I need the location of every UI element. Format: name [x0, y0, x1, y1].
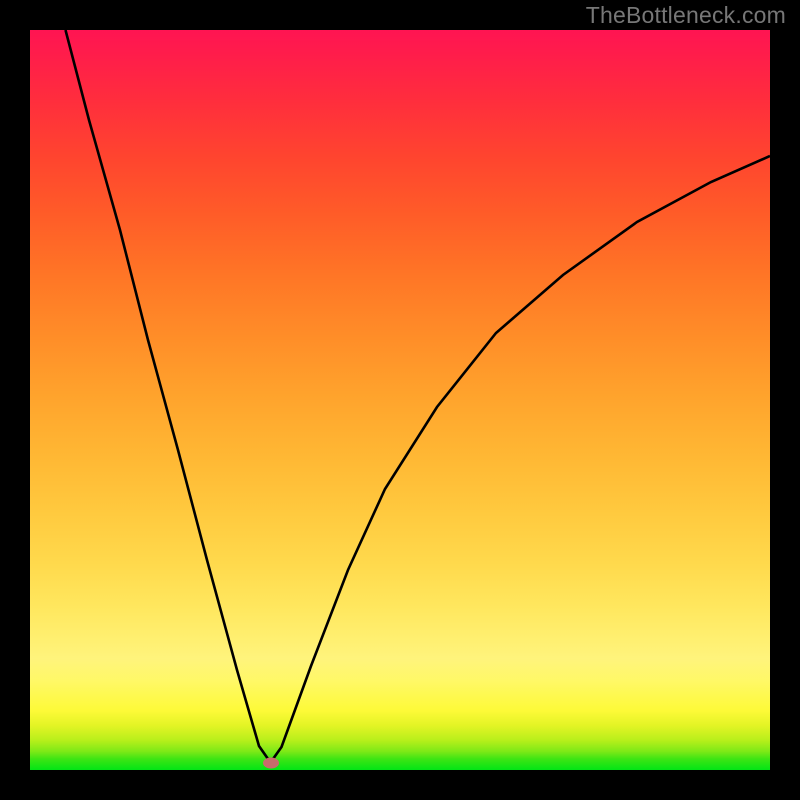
curve-svg	[30, 30, 770, 770]
bottleneck-curve	[66, 30, 771, 763]
watermark-text: TheBottleneck.com	[586, 2, 786, 29]
plot-area	[30, 30, 770, 770]
minimum-marker	[263, 758, 279, 769]
chart-frame	[0, 0, 800, 800]
